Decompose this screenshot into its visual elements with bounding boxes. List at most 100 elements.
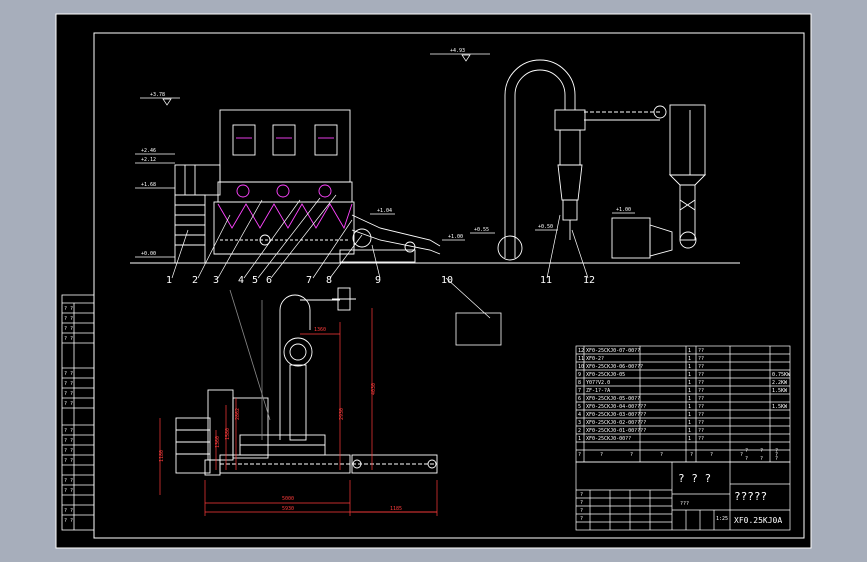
- row-code: XF0-2?: [586, 356, 604, 362]
- row-note: 1.5KW: [772, 388, 788, 394]
- drawing-title: ? ? ?: [678, 472, 711, 485]
- row-qty: 1: [688, 388, 691, 394]
- row-no: 12: [578, 348, 584, 354]
- row-code: XF0-25CKJ0-04-00????: [586, 404, 646, 410]
- row-qty: 1: [688, 436, 691, 442]
- row-code: XF0-25CKJ0-00??: [586, 436, 631, 442]
- row-no: 5: [578, 404, 581, 410]
- rev-cell: ?: [580, 508, 583, 514]
- frame-mark: ?: [745, 448, 748, 454]
- strip-cell: ? ?: [64, 381, 73, 387]
- row-qty: 1: [688, 420, 691, 426]
- callout-5: 5: [252, 275, 258, 286]
- elevation-label: +1.00: [448, 234, 463, 240]
- elevation-label: +2.12: [141, 157, 156, 163]
- row-no: 3: [578, 420, 581, 426]
- row-code: XF0-25CKJ0-06-00???: [586, 364, 643, 370]
- drawing-number: XF0.25KJ0A: [734, 516, 782, 525]
- dimension-value: 5000: [282, 496, 294, 502]
- elevation-label: +2.46: [141, 148, 156, 154]
- strip-cell: ? ?: [64, 448, 73, 454]
- strip-cell: ? ?: [64, 371, 73, 377]
- row-code: XF0-25CKJ0-05: [586, 372, 625, 378]
- callout-9: 9: [375, 275, 381, 286]
- callout-8: 8: [326, 275, 332, 286]
- elevation-label: +1.00: [616, 207, 631, 213]
- elevation-label: +0.00: [141, 251, 156, 257]
- callout-7: 7: [306, 275, 312, 286]
- row-note: 1.5KW: [772, 404, 788, 410]
- elevation-label: +1.68: [141, 182, 156, 188]
- callout-12: 12: [583, 275, 595, 286]
- frame-mark: ?: [760, 448, 763, 454]
- row-mat: ??: [698, 348, 704, 354]
- frame-mark: ?: [775, 448, 778, 454]
- header-cell: ?: [660, 452, 663, 458]
- scale-value: 1:25: [716, 516, 728, 522]
- dimension-value: 5930: [282, 506, 294, 512]
- callout-4: 4: [238, 275, 244, 286]
- frame-mark: ?: [760, 456, 763, 462]
- dimension-value: 1360: [314, 327, 326, 333]
- row-qty: 1: [688, 404, 691, 410]
- dimension-value: 4030: [371, 383, 377, 395]
- header-cell: ?: [630, 452, 633, 458]
- cad-viewport[interactable]: ? ? ? ? ? ? ? ? ? ? ? ? ? ? ? ? ? ? ? ? …: [0, 0, 867, 562]
- strip-cell: ? ?: [64, 438, 73, 444]
- dimension-value: 1580: [225, 428, 231, 440]
- row-qty: 1: [688, 428, 691, 434]
- row-code: Y07?V2.0: [586, 380, 610, 386]
- company-name: ?????: [734, 490, 767, 503]
- row-mat: ??: [698, 404, 704, 410]
- header-cell: ?: [578, 452, 581, 458]
- row-qty: 1: [688, 380, 691, 386]
- row-qty: 1: [688, 364, 691, 370]
- header-cell: ?: [740, 452, 743, 458]
- callout-11: 11: [540, 275, 552, 286]
- row-qty: 1: [688, 348, 691, 354]
- frame-mark: ?: [775, 456, 778, 462]
- row-no: 6: [578, 396, 581, 402]
- row-mat: ??: [698, 372, 704, 378]
- elevation-label: +3.78: [150, 92, 165, 98]
- strip-cell: ? ?: [64, 316, 73, 322]
- row-code: XF0-25CKJ0-01-00????: [586, 428, 646, 434]
- row-qty: 1: [688, 412, 691, 418]
- strip-cell: ? ?: [64, 401, 73, 407]
- strip-cell: ? ?: [64, 326, 73, 332]
- row-qty: 1: [688, 372, 691, 378]
- header-cell: ?: [600, 452, 603, 458]
- row-qty: 1: [688, 396, 691, 402]
- frame-mark: ?: [745, 456, 748, 462]
- rev-cell: ?: [580, 492, 583, 498]
- callout-10: 10: [441, 275, 453, 286]
- dimension-value: 1360: [215, 436, 221, 448]
- row-code: XF0-25CKJ0-07-00??: [586, 348, 640, 354]
- strip-cell: ? ?: [64, 336, 73, 342]
- strip-cell: ? ?: [64, 458, 73, 464]
- row-mat: ??: [698, 356, 704, 362]
- header-cell: ?: [690, 452, 693, 458]
- row-no: 7: [578, 388, 581, 394]
- rev-cell: ?: [580, 516, 583, 522]
- callout-6: 6: [266, 275, 272, 286]
- row-mat: ??: [698, 364, 704, 370]
- strip-cell: ? ?: [64, 428, 73, 434]
- row-note: 0.75KW: [772, 372, 791, 378]
- row-mat: ??: [698, 412, 704, 418]
- row-mat: ??: [698, 436, 704, 442]
- row-code: XF0-25CKJ0-03-00????: [586, 412, 646, 418]
- row-code: ZF-1?-?A: [586, 388, 610, 394]
- row-mat: ??: [698, 380, 704, 386]
- callout-3: 3: [213, 275, 219, 286]
- row-no: 9: [578, 372, 581, 378]
- row-code: XF0-25CKJ0-02-00????: [586, 420, 646, 426]
- elevation-label: +1.04: [377, 208, 392, 214]
- strip-cell: ? ?: [64, 508, 73, 514]
- sheet-label: ???: [680, 501, 689, 507]
- row-no: 8: [578, 380, 581, 386]
- strip-cell: ? ?: [64, 391, 73, 397]
- row-mat: ??: [698, 428, 704, 434]
- strip-cell: ? ?: [64, 306, 73, 312]
- dimension-value: 2862: [235, 408, 241, 420]
